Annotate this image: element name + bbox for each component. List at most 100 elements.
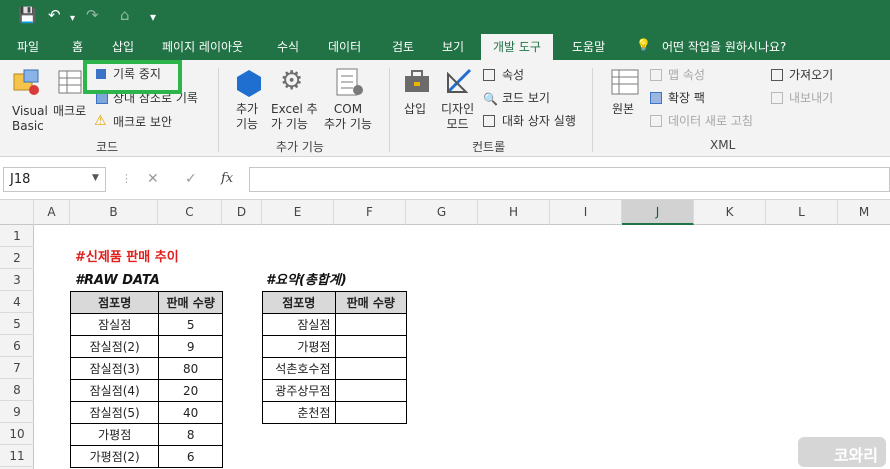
column-header[interactable]: C bbox=[158, 200, 222, 225]
table-row: 광주상무점 bbox=[262, 379, 407, 402]
row-header[interactable]: 7 bbox=[0, 357, 34, 379]
table-header-cell[interactable]: 판매 수량 bbox=[158, 291, 223, 314]
excel-addins-button[interactable]: Excel 추가 기능 bbox=[271, 102, 318, 132]
view-code-button[interactable]: 코드 보기 bbox=[502, 91, 550, 106]
name-box-dropdown-icon[interactable]: ▼ bbox=[92, 173, 99, 183]
column-header-selected[interactable]: J bbox=[622, 200, 694, 225]
visual-basic-button[interactable]: Visual Basic bbox=[12, 104, 48, 134]
table-cell[interactable]: 9 bbox=[158, 335, 223, 358]
raw-data-title[interactable]: #RAW DATA bbox=[75, 270, 160, 292]
table-cell[interactable]: 잠실점(5) bbox=[69, 401, 160, 424]
tab-help[interactable]: 도움말 bbox=[572, 38, 605, 55]
xml-source-button[interactable]: 원본 bbox=[612, 102, 634, 117]
summary-title[interactable]: #요약(총합계) bbox=[266, 270, 347, 292]
column-header[interactable]: D bbox=[222, 200, 262, 225]
row-header[interactable]: 8 bbox=[0, 379, 34, 401]
table-cell[interactable] bbox=[334, 357, 407, 380]
table-cell[interactable]: 광주상무점 bbox=[262, 379, 336, 402]
column-header[interactable]: A bbox=[34, 200, 70, 225]
table-cell[interactable] bbox=[334, 401, 407, 424]
tab-review[interactable]: 검토 bbox=[392, 38, 414, 55]
table-cell[interactable]: 잠실점(2) bbox=[69, 335, 160, 358]
formula-input[interactable] bbox=[249, 167, 890, 192]
table-cell[interactable]: 가평점 bbox=[262, 335, 336, 358]
tab-file[interactable]: 파일 bbox=[17, 38, 39, 55]
table-cell[interactable] bbox=[334, 313, 407, 336]
tab-view[interactable]: 보기 bbox=[442, 38, 464, 55]
refresh-data-button[interactable]: 데이터 새로 고침 bbox=[668, 114, 753, 129]
clipboard-icon[interactable]: ⌂ bbox=[120, 6, 130, 24]
table-cell[interactable] bbox=[334, 335, 407, 358]
table-cell[interactable]: 가평점 bbox=[69, 423, 160, 446]
xml-source-icon bbox=[611, 69, 639, 95]
customize-quick-access-icon[interactable]: ▾ bbox=[150, 8, 156, 26]
table-cell[interactable]: 40 bbox=[158, 401, 223, 424]
column-header[interactable]: E bbox=[262, 200, 334, 225]
insert-function-icon[interactable]: fx bbox=[221, 171, 233, 186]
import-button[interactable]: 가져오기 bbox=[789, 68, 833, 83]
table-cell[interactable]: 춘천점 bbox=[262, 401, 336, 424]
table-cell[interactable]: 석촌호수점 bbox=[262, 357, 336, 380]
undo-dropdown-icon[interactable]: ▾ bbox=[70, 10, 75, 28]
tell-me-search[interactable]: 어떤 작업을 원하시나요? bbox=[662, 38, 786, 55]
macro-security-button[interactable]: 매크로 보안 bbox=[113, 115, 172, 130]
table-cell[interactable] bbox=[334, 379, 407, 402]
row-header[interactable]: 4 bbox=[0, 291, 34, 313]
column-header[interactable]: F bbox=[334, 200, 406, 225]
tab-developer[interactable]: 개발 도구 bbox=[481, 34, 553, 60]
summary-table: 점포명 판매 수량 잠실점 가평점 석촌호수점 광주상무점 춘천점 bbox=[262, 291, 407, 424]
expansion-packs-button[interactable]: 확장 팩 bbox=[668, 91, 705, 106]
table-cell[interactable]: 잠실점 bbox=[262, 313, 336, 336]
table-cell[interactable]: 80 bbox=[158, 357, 223, 380]
name-box[interactable]: J18 bbox=[3, 167, 106, 192]
table-cell[interactable]: 가평점(2) bbox=[69, 445, 160, 468]
save-icon[interactable]: 💾 bbox=[18, 6, 37, 24]
table-cell[interactable]: 5 bbox=[158, 313, 223, 336]
column-header[interactable]: G bbox=[406, 200, 478, 225]
row-header[interactable]: 5 bbox=[0, 313, 34, 335]
column-header[interactable]: L bbox=[766, 200, 838, 225]
undo-icon[interactable]: ↶ bbox=[48, 6, 61, 24]
row-header[interactable]: 10 bbox=[0, 423, 34, 445]
row-header[interactable]: 2 bbox=[0, 247, 34, 269]
table-cell[interactable]: 잠실점 bbox=[69, 313, 160, 336]
tab-insert[interactable]: 삽입 bbox=[112, 38, 134, 55]
row-header[interactable]: 3 bbox=[0, 269, 34, 291]
table-cell[interactable]: 잠실점(4) bbox=[69, 379, 160, 402]
column-header[interactable]: I bbox=[550, 200, 622, 225]
table-header-cell[interactable]: 점포명 bbox=[262, 291, 336, 314]
table-cell[interactable]: 잠실점(3) bbox=[69, 357, 160, 380]
export-button[interactable]: 내보내기 bbox=[789, 91, 833, 106]
table-cell[interactable]: 8 bbox=[158, 423, 223, 446]
row-header[interactable]: 9 bbox=[0, 401, 34, 423]
table-cell[interactable]: 6 bbox=[158, 445, 223, 468]
cancel-icon[interactable]: ✕ bbox=[147, 171, 159, 187]
map-properties-button[interactable]: 맵 속성 bbox=[668, 68, 705, 83]
insert-controls-button[interactable]: 삽입 bbox=[404, 102, 426, 117]
com-addins-button[interactable]: COM 추가 기능 bbox=[324, 102, 372, 132]
tab-page-layout[interactable]: 페이지 레이아웃 bbox=[162, 38, 243, 55]
table-header-cell[interactable]: 판매 수량 bbox=[334, 291, 407, 314]
design-mode-button[interactable]: 디자인 모드 bbox=[441, 102, 474, 132]
column-header[interactable]: K bbox=[694, 200, 766, 225]
enter-icon[interactable]: ✓ bbox=[185, 171, 197, 187]
column-header[interactable]: B bbox=[70, 200, 158, 225]
tab-data[interactable]: 데이터 bbox=[328, 38, 361, 55]
macro-button[interactable]: 매크로 bbox=[53, 104, 86, 119]
column-header[interactable]: M bbox=[838, 200, 890, 225]
select-all-corner[interactable] bbox=[0, 200, 34, 225]
sheet-title[interactable]: #신제품 판매 추이 bbox=[75, 247, 179, 269]
row-header[interactable]: 1 bbox=[0, 225, 34, 247]
row-header[interactable]: 11 bbox=[0, 445, 34, 467]
addins-button[interactable]: 추가 기능 bbox=[236, 102, 258, 132]
table-row: 춘천점 bbox=[262, 401, 407, 424]
row-header[interactable]: 6 bbox=[0, 335, 34, 357]
column-header[interactable]: H bbox=[478, 200, 550, 225]
table-cell[interactable]: 20 bbox=[158, 379, 223, 402]
table-header-cell[interactable]: 점포명 bbox=[69, 291, 160, 314]
tab-formulas[interactable]: 수식 bbox=[277, 38, 299, 55]
properties-button[interactable]: 속성 bbox=[502, 68, 524, 83]
redo-icon[interactable]: ↷ bbox=[86, 6, 99, 24]
run-dialog-button[interactable]: 대화 상자 실행 bbox=[502, 114, 576, 129]
tab-home[interactable]: 홈 bbox=[72, 38, 83, 55]
